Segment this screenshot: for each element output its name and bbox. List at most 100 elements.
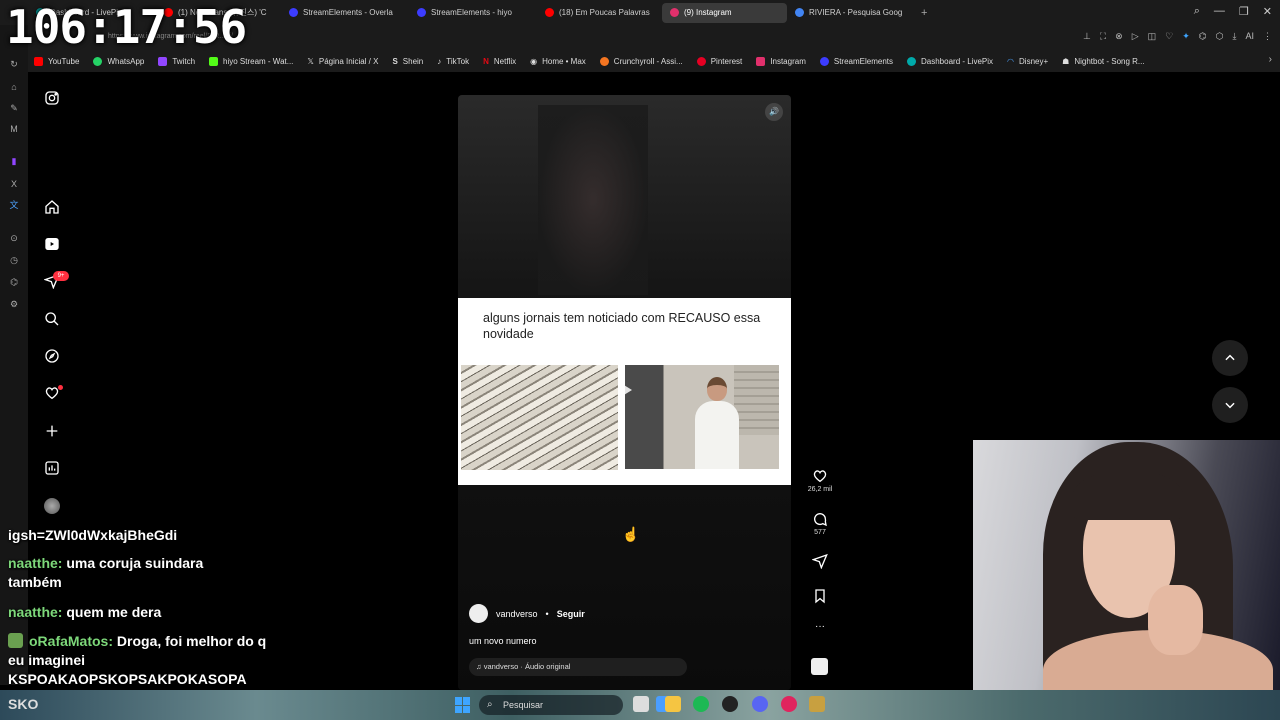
reel-video[interactable]: 🔊 alguns jornais tem noticiado com RECAU… [458, 95, 791, 690]
chat-message: naatthe: quem me dera [8, 603, 161, 622]
twitch-sidebar-icon[interactable]: ▮ [8, 155, 20, 167]
chat-message: naatthe: uma coruja suindara também [8, 554, 258, 592]
reels-icon[interactable] [42, 234, 62, 254]
clock-icon[interactable]: ◷ [8, 254, 20, 266]
notes-icon[interactable]: ✎ [8, 102, 20, 114]
taskbar-search[interactable]: ⌕ Pesquisar [479, 695, 623, 715]
new-tab-button[interactable]: + [915, 7, 933, 19]
tab-streamelements-overlay[interactable]: StreamElements - Overla [281, 3, 409, 23]
save-button[interactable] [806, 588, 834, 604]
pin-icon[interactable]: ⊥ [1083, 31, 1091, 42]
like-button[interactable]: 26,2 mil [806, 468, 834, 493]
toolbar-icons: ⊥ ⛶ ⊗ ▷ ◫ ♡ ✦ ⌬ ⬡ ⤓ AI ⋮ [1083, 31, 1272, 42]
tab-favicon [795, 8, 804, 17]
translate-icon[interactable]: 文 [8, 199, 20, 211]
stream-timer: 106:17:56 [6, 0, 247, 54]
ai-button[interactable]: AI [1245, 31, 1254, 42]
bookmark-youtube[interactable]: YouTube [34, 56, 79, 66]
tab-em-poucas-palavras[interactable]: (18) Em Poucas Palavras [537, 3, 662, 23]
file-explorer-icon[interactable] [665, 696, 681, 712]
chat-badge-icon [8, 633, 23, 648]
bookmark-max[interactable]: ◉ Home • Max [530, 57, 586, 66]
sound-icon[interactable]: 🔊 [765, 103, 783, 121]
instagram-logo-icon[interactable] [42, 88, 62, 108]
bookmark-crunchyroll[interactable]: Crunchyroll - Assi... [599, 56, 683, 66]
tab-streamelements-hiyo[interactable]: StreamElements - hiyo [409, 3, 537, 23]
tab-search-icon[interactable]: ⌕ [1194, 5, 1200, 18]
player-icon[interactable]: ⊙ [8, 232, 20, 244]
extension-icon[interactable]: ✦ [1182, 31, 1190, 42]
tab-label: (9) Instagram [684, 8, 732, 17]
author-name[interactable]: vandverso [496, 609, 538, 619]
mail-icon[interactable]: M [8, 123, 20, 135]
spotify-icon[interactable] [693, 696, 709, 712]
download-icon[interactable]: ⤓ [1233, 31, 1237, 42]
shein-icon: S [392, 56, 398, 66]
follow-button[interactable]: Seguir [557, 609, 585, 619]
heart-icon[interactable]: ♡ [1165, 31, 1173, 42]
explore-icon[interactable] [42, 346, 62, 366]
taskbar-app-icon[interactable] [809, 696, 825, 712]
comment-icon [814, 513, 827, 527]
maximize-button[interactable]: ❐ [1239, 5, 1249, 18]
screenshot-icon[interactable]: ⛶ [1100, 31, 1106, 42]
bookmark-netflix[interactable]: N Netflix [483, 57, 516, 66]
home-icon[interactable] [42, 197, 62, 217]
play-icon[interactable]: ▷ [1132, 31, 1139, 42]
menu-icon[interactable]: ⋮ [1263, 31, 1272, 42]
bookmark-label: WhatsApp [107, 56, 145, 66]
bookmark-instagram[interactable]: Instagram [756, 56, 806, 66]
obs-icon[interactable] [722, 696, 738, 712]
previous-reel-button[interactable] [1212, 340, 1248, 376]
tab-instagram[interactable]: (9) Instagram [662, 2, 787, 23]
minimize-button[interactable]: — [1214, 5, 1225, 18]
bookmark-whatsapp[interactable]: WhatsApp [93, 56, 145, 66]
x-sidebar-icon[interactable]: X [8, 178, 20, 190]
play-icon[interactable] [619, 382, 632, 398]
tab-favicon [289, 8, 298, 17]
bookmark-disney[interactable]: ◠ Disney+ [1007, 57, 1048, 66]
dashboard-icon[interactable] [42, 458, 62, 478]
block-icon[interactable]: ⊗ [1115, 31, 1123, 42]
bookmarks-overflow-icon[interactable]: › [1269, 54, 1272, 65]
create-icon[interactable] [42, 421, 62, 441]
bookmark-streamelements[interactable]: StreamElements [819, 56, 893, 66]
pinterest-icon [696, 56, 706, 66]
disney-icon: ◠ [1007, 56, 1015, 66]
bookmark-tiktok[interactable]: ♪ TikTok [437, 57, 469, 66]
next-reel-button[interactable] [1212, 387, 1248, 423]
history-icon[interactable]: ↻ [8, 58, 20, 70]
close-button[interactable]: ✕ [1263, 5, 1272, 18]
discord-icon[interactable] [752, 696, 768, 712]
audio-thumbnail[interactable] [811, 658, 828, 675]
taskbar-app-icon[interactable] [633, 696, 649, 712]
bookmark-twitch[interactable]: Twitch [158, 56, 195, 66]
bookmark-livepix[interactable]: Dashboard - LivePix [907, 56, 993, 66]
bookmark-hiyo-stream[interactable]: hiyo Stream - Wat... [209, 56, 293, 66]
camera-icon[interactable]: ◫ [1148, 31, 1157, 42]
settings-icon[interactable]: ⚙ [8, 298, 20, 310]
messages-badge: 9+ [53, 271, 69, 281]
wallet-icon[interactable]: ⬡ [1216, 31, 1224, 42]
puzzle-icon[interactable]: ⌬ [1199, 31, 1207, 42]
opera-icon[interactable] [781, 696, 797, 712]
bookmark-shein[interactable]: S Shein [392, 57, 423, 66]
more-options-button[interactable]: ··· [806, 621, 834, 632]
start-button[interactable] [455, 697, 471, 713]
bookmark-pinterest[interactable]: Pinterest [696, 56, 742, 66]
bookmark-label: Netflix [493, 56, 517, 66]
search-icon[interactable] [42, 309, 62, 329]
x-icon: 𝕏 [307, 56, 314, 66]
author-avatar[interactable] [469, 604, 488, 623]
shopping-icon[interactable]: ⌂ [8, 81, 20, 93]
bookmark-x[interactable]: 𝕏 Página Inicial / X [307, 57, 378, 66]
extensions-sidebar-icon[interactable]: ⌬ [8, 276, 20, 288]
chat-text: quem me dera [66, 604, 162, 620]
share-button[interactable] [806, 553, 834, 569]
bookmark-nightbot[interactable]: ☗ Nightbot - Song R... [1062, 57, 1144, 66]
whatsapp-icon [93, 56, 103, 66]
profile-avatar[interactable] [44, 498, 60, 514]
tab-riviera-search[interactable]: RIVIERA - Pesquisa Goog [787, 3, 915, 23]
comment-button[interactable]: 577 [806, 511, 834, 536]
audio-link[interactable]: ♫ vandverso · Áudio original [469, 658, 687, 676]
